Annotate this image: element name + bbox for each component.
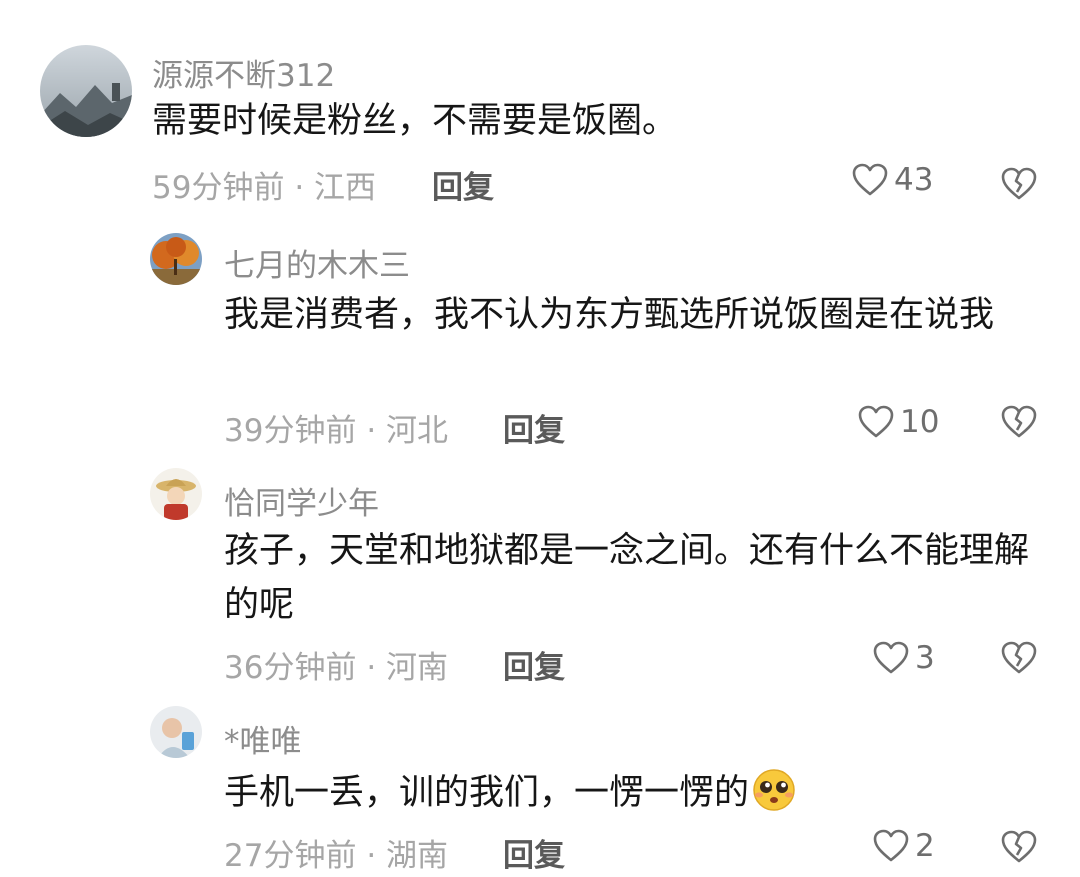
comment-text: 手机一丢，训的我们，一愣一愣的 [224, 766, 1029, 820]
dislike-broken-heart-icon[interactable] [1001, 640, 1037, 676]
comment-username[interactable]: 源源不断312 [152, 50, 335, 95]
like-count: 10 [900, 404, 940, 440]
comment-time: 27分钟前 [224, 838, 357, 874]
comment-username[interactable]: 恰同学少年 [224, 478, 379, 523]
like-button[interactable]: 43 [852, 162, 933, 198]
meta-separator: · [294, 170, 305, 206]
reply-button[interactable]: 回复 [503, 405, 565, 450]
like-button[interactable]: 10 [858, 404, 939, 440]
comment-time: 39分钟前 [224, 413, 357, 449]
dislike-broken-heart-icon[interactable] [1001, 829, 1037, 865]
dislike-broken-heart-icon[interactable] [1001, 404, 1037, 440]
reply-comment-item: *唯唯 手机一丢，训的我们，一愣一愣的 27分钟前 · 湖南 回复 2 [0, 700, 1080, 877]
user-avatar[interactable] [40, 45, 132, 137]
reply-comment-item: 七月的木木三 我是消费者，我不认为东方甄选所说饭圈是在说我 39分钟前 · 河北… [0, 210, 1080, 460]
comment-location: 河北 [386, 413, 449, 449]
comment-text: 孩子，天堂和地狱都是一念之间。还有什么不能理解的呢 [224, 531, 1030, 625]
comment-meta: 59分钟前 · 江西 [152, 162, 376, 207]
meta-separator: · [366, 838, 377, 874]
autumn-tree-avatar-icon [150, 233, 202, 285]
heart-icon [873, 641, 909, 674]
comment-time: 59分钟前 [152, 170, 285, 206]
like-button[interactable]: 2 [873, 828, 935, 864]
comment-location: 河南 [386, 650, 449, 686]
comment-time: 36分钟前 [224, 650, 357, 686]
comment-meta: 39分钟前 · 河北 [224, 405, 448, 450]
pleading-face-emoji-icon [753, 769, 795, 811]
heart-icon [873, 829, 909, 862]
comment-username[interactable]: *唯唯 [224, 716, 302, 761]
like-button[interactable]: 3 [873, 640, 935, 676]
reply-button[interactable]: 回复 [432, 162, 494, 207]
user-avatar[interactable] [150, 233, 202, 285]
user-avatar[interactable] [150, 706, 202, 758]
heart-icon [852, 163, 888, 196]
reply-button[interactable]: 回复 [503, 642, 565, 687]
dislike-broken-heart-icon[interactable] [1001, 166, 1037, 202]
like-count: 43 [894, 162, 934, 198]
comment-location: 湖南 [386, 838, 449, 874]
meta-separator: · [366, 413, 377, 449]
person-photo-avatar-icon [150, 706, 202, 758]
heart-icon [858, 405, 894, 438]
straw-hat-character-avatar-icon [150, 468, 202, 520]
like-count: 3 [915, 640, 935, 676]
meta-separator: · [366, 650, 377, 686]
like-count: 2 [915, 828, 935, 864]
comment-text: 我是消费者，我不认为东方甄选所说饭圈是在说我 [224, 295, 995, 335]
comment-meta: 36分钟前 · 河南 [224, 642, 448, 687]
comment-item: 源源不断312 需要时候是粉丝，不需要是饭圈。 59分钟前 · 江西 回复 43 [0, 0, 1080, 210]
user-avatar[interactable] [150, 468, 202, 520]
comment-meta: 27分钟前 · 湖南 [224, 830, 448, 875]
comment-text-content: 手机一丢，训的我们，一愣一愣的 [224, 773, 750, 813]
comment-username[interactable]: 七月的木木三 [224, 240, 410, 285]
mountain-fog-avatar-icon [40, 45, 132, 137]
reply-comment-item: 恰同学少年 孩子，天堂和地狱都是一念之间。还有什么不能理解的呢 36分钟前 · … [0, 460, 1080, 700]
comment-location: 江西 [314, 170, 377, 206]
comment-text: 需要时候是粉丝，不需要是饭圈。 [152, 101, 678, 141]
reply-button[interactable]: 回复 [503, 830, 565, 875]
